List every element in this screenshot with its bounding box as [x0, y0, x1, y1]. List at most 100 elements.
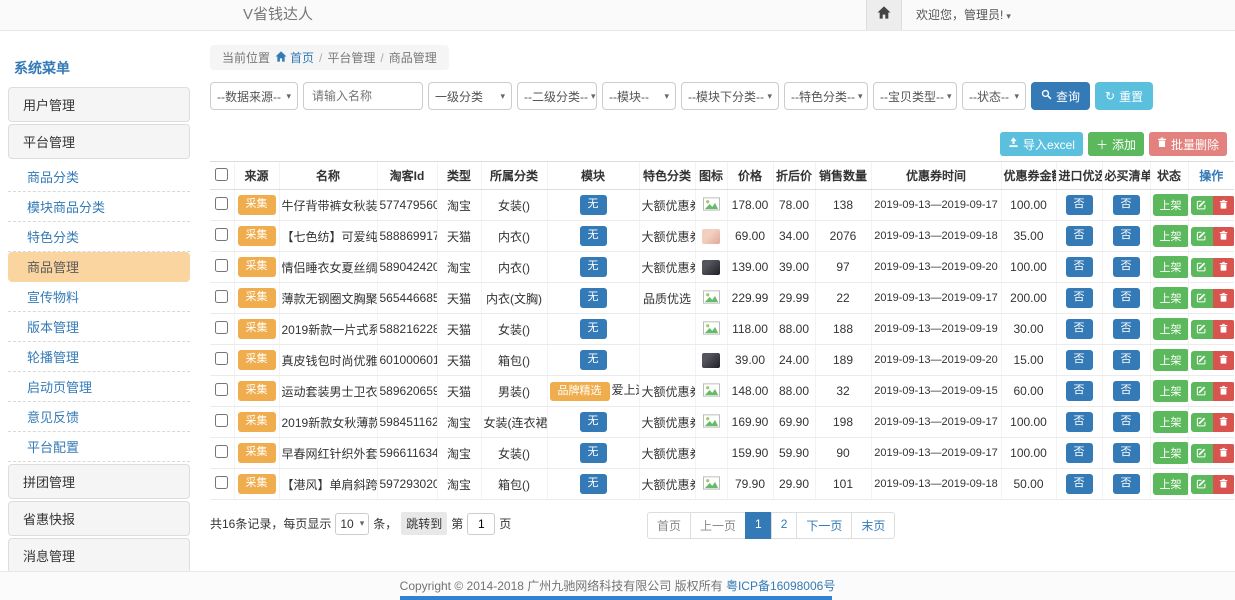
delete-button[interactable] [1213, 227, 1235, 246]
status-toggle[interactable]: 上架 [1153, 287, 1189, 309]
page-first[interactable]: 首页 [647, 512, 691, 539]
delete-button[interactable] [1213, 258, 1235, 277]
status-toggle[interactable]: 上架 [1153, 318, 1189, 340]
must-buy-toggle[interactable]: 否 [1113, 443, 1140, 463]
edit-button[interactable] [1191, 475, 1213, 494]
must-buy-toggle[interactable]: 否 [1113, 288, 1140, 308]
filter-select-module[interactable]: --模块--▾ [602, 82, 676, 110]
edit-button[interactable] [1191, 320, 1213, 339]
edit-button[interactable] [1191, 351, 1213, 370]
search-button[interactable]: 查询 [1031, 82, 1090, 110]
home-button[interactable] [866, 0, 902, 30]
sidebar-section-user-management[interactable]: 用户管理 [8, 87, 190, 122]
import-select-toggle[interactable]: 否 [1066, 412, 1093, 432]
per-page-select[interactable]: 10 ▾ [335, 513, 369, 535]
sidebar-section-message-management[interactable]: 消息管理 [8, 538, 190, 573]
row-checkbox[interactable] [215, 445, 228, 458]
filter-select-module-sub-category[interactable]: --模块下分类--▾ [681, 82, 779, 110]
delete-button[interactable] [1213, 196, 1235, 215]
row-checkbox[interactable] [215, 383, 228, 396]
edit-button[interactable] [1191, 258, 1213, 277]
name-input[interactable] [303, 82, 423, 110]
delete-button[interactable] [1213, 320, 1235, 339]
row-checkbox[interactable] [215, 228, 228, 241]
sidebar-section-platform-management[interactable]: 平台管理 [8, 124, 190, 159]
sidebar-item-goods-category[interactable]: 商品分类 [8, 162, 190, 192]
delete-button[interactable] [1213, 382, 1235, 401]
sidebar-item-platform-config[interactable]: 平台配置 [8, 432, 190, 462]
sidebar-item-feedback[interactable]: 意见反馈 [8, 402, 190, 432]
must-buy-toggle[interactable]: 否 [1113, 195, 1140, 215]
must-buy-toggle[interactable]: 否 [1113, 412, 1140, 432]
sidebar-item-promo-materials[interactable]: 宣传物料 [8, 282, 190, 312]
import-select-toggle[interactable]: 否 [1066, 350, 1093, 370]
delete-button[interactable] [1213, 413, 1235, 432]
row-checkbox[interactable] [215, 259, 228, 272]
row-checkbox[interactable] [215, 352, 228, 365]
edit-button[interactable] [1191, 382, 1213, 401]
status-toggle[interactable]: 上架 [1153, 194, 1189, 216]
status-toggle[interactable]: 上架 [1153, 225, 1189, 247]
sidebar-section-savings-express[interactable]: 省惠快报 [8, 501, 190, 536]
icp-link[interactable]: 粤ICP备16098006号 [726, 579, 835, 593]
batch-delete-button[interactable]: 批量删除 [1149, 132, 1227, 156]
user-menu[interactable]: 欢迎您，管理员!▾ [916, 0, 1011, 31]
import-select-toggle[interactable]: 否 [1066, 319, 1093, 339]
sidebar-item-version-management[interactable]: 版本管理 [8, 312, 190, 342]
filter-select-data-source[interactable]: --数据来源--▾ [210, 82, 298, 110]
sidebar-item-carousel-management[interactable]: 轮播管理 [8, 342, 190, 372]
edit-button[interactable] [1191, 227, 1213, 246]
import-select-toggle[interactable]: 否 [1066, 195, 1093, 215]
sidebar-section-group-buy-management[interactable]: 拼团管理 [8, 464, 190, 499]
edit-button[interactable] [1191, 444, 1213, 463]
filter-select-item-type[interactable]: --宝贝类型--▾ [873, 82, 957, 110]
row-checkbox[interactable] [215, 197, 228, 210]
must-buy-toggle[interactable]: 否 [1113, 319, 1140, 339]
status-toggle[interactable]: 上架 [1153, 442, 1189, 464]
edit-button[interactable] [1191, 196, 1213, 215]
row-checkbox[interactable] [215, 476, 228, 489]
status-toggle[interactable]: 上架 [1153, 473, 1189, 495]
filter-select-feature-category[interactable]: --特色分类--▾ [784, 82, 868, 110]
import-select-toggle[interactable]: 否 [1066, 257, 1093, 277]
select-all-checkbox[interactable] [215, 168, 228, 181]
row-checkbox[interactable] [215, 321, 228, 334]
import-select-toggle[interactable]: 否 [1066, 226, 1093, 246]
delete-button[interactable] [1213, 289, 1235, 308]
must-buy-toggle[interactable]: 否 [1113, 474, 1140, 494]
page-1[interactable]: 1 [745, 512, 772, 539]
filter-select-status[interactable]: --状态--▾ [962, 82, 1026, 110]
import-excel-button[interactable]: 导入excel [1000, 132, 1083, 156]
row-checkbox[interactable] [215, 290, 228, 303]
status-toggle[interactable]: 上架 [1153, 256, 1189, 278]
sidebar-item-feature-category[interactable]: 特色分类 [8, 222, 190, 252]
add-button[interactable]: ＋ 添加 [1088, 132, 1144, 156]
page-2[interactable]: 2 [771, 512, 798, 539]
must-buy-toggle[interactable]: 否 [1113, 226, 1140, 246]
breadcrumb-home-link[interactable]: 首页 [275, 49, 314, 66]
row-checkbox[interactable] [215, 414, 228, 427]
jump-button[interactable]: 跳转到 [401, 512, 447, 535]
filter-select-level1-category[interactable]: 一级分类▾ [428, 82, 512, 110]
import-select-toggle[interactable]: 否 [1066, 381, 1093, 401]
import-select-toggle[interactable]: 否 [1066, 443, 1093, 463]
must-buy-toggle[interactable]: 否 [1113, 350, 1140, 370]
filter-select-level2-category[interactable]: --二级分类--▾ [517, 82, 597, 110]
page-prev[interactable]: 上一页 [690, 512, 746, 539]
status-toggle[interactable]: 上架 [1153, 380, 1189, 402]
delete-button[interactable] [1213, 351, 1235, 370]
must-buy-toggle[interactable]: 否 [1113, 257, 1140, 277]
sidebar-item-module-goods-category[interactable]: 模块商品分类 [8, 192, 190, 222]
page-number-input[interactable] [467, 513, 495, 535]
page-last[interactable]: 末页 [851, 512, 895, 539]
reset-button[interactable]: ↻重置 [1095, 82, 1153, 110]
sidebar-item-splash-management[interactable]: 启动页管理 [8, 372, 190, 402]
edit-button[interactable] [1191, 413, 1213, 432]
import-select-toggle[interactable]: 否 [1066, 288, 1093, 308]
page-next[interactable]: 下一页 [796, 512, 852, 539]
delete-button[interactable] [1213, 475, 1235, 494]
edit-button[interactable] [1191, 289, 1213, 308]
sidebar-item-goods-management[interactable]: 商品管理 [8, 252, 190, 282]
delete-button[interactable] [1213, 444, 1235, 463]
status-toggle[interactable]: 上架 [1153, 411, 1189, 433]
